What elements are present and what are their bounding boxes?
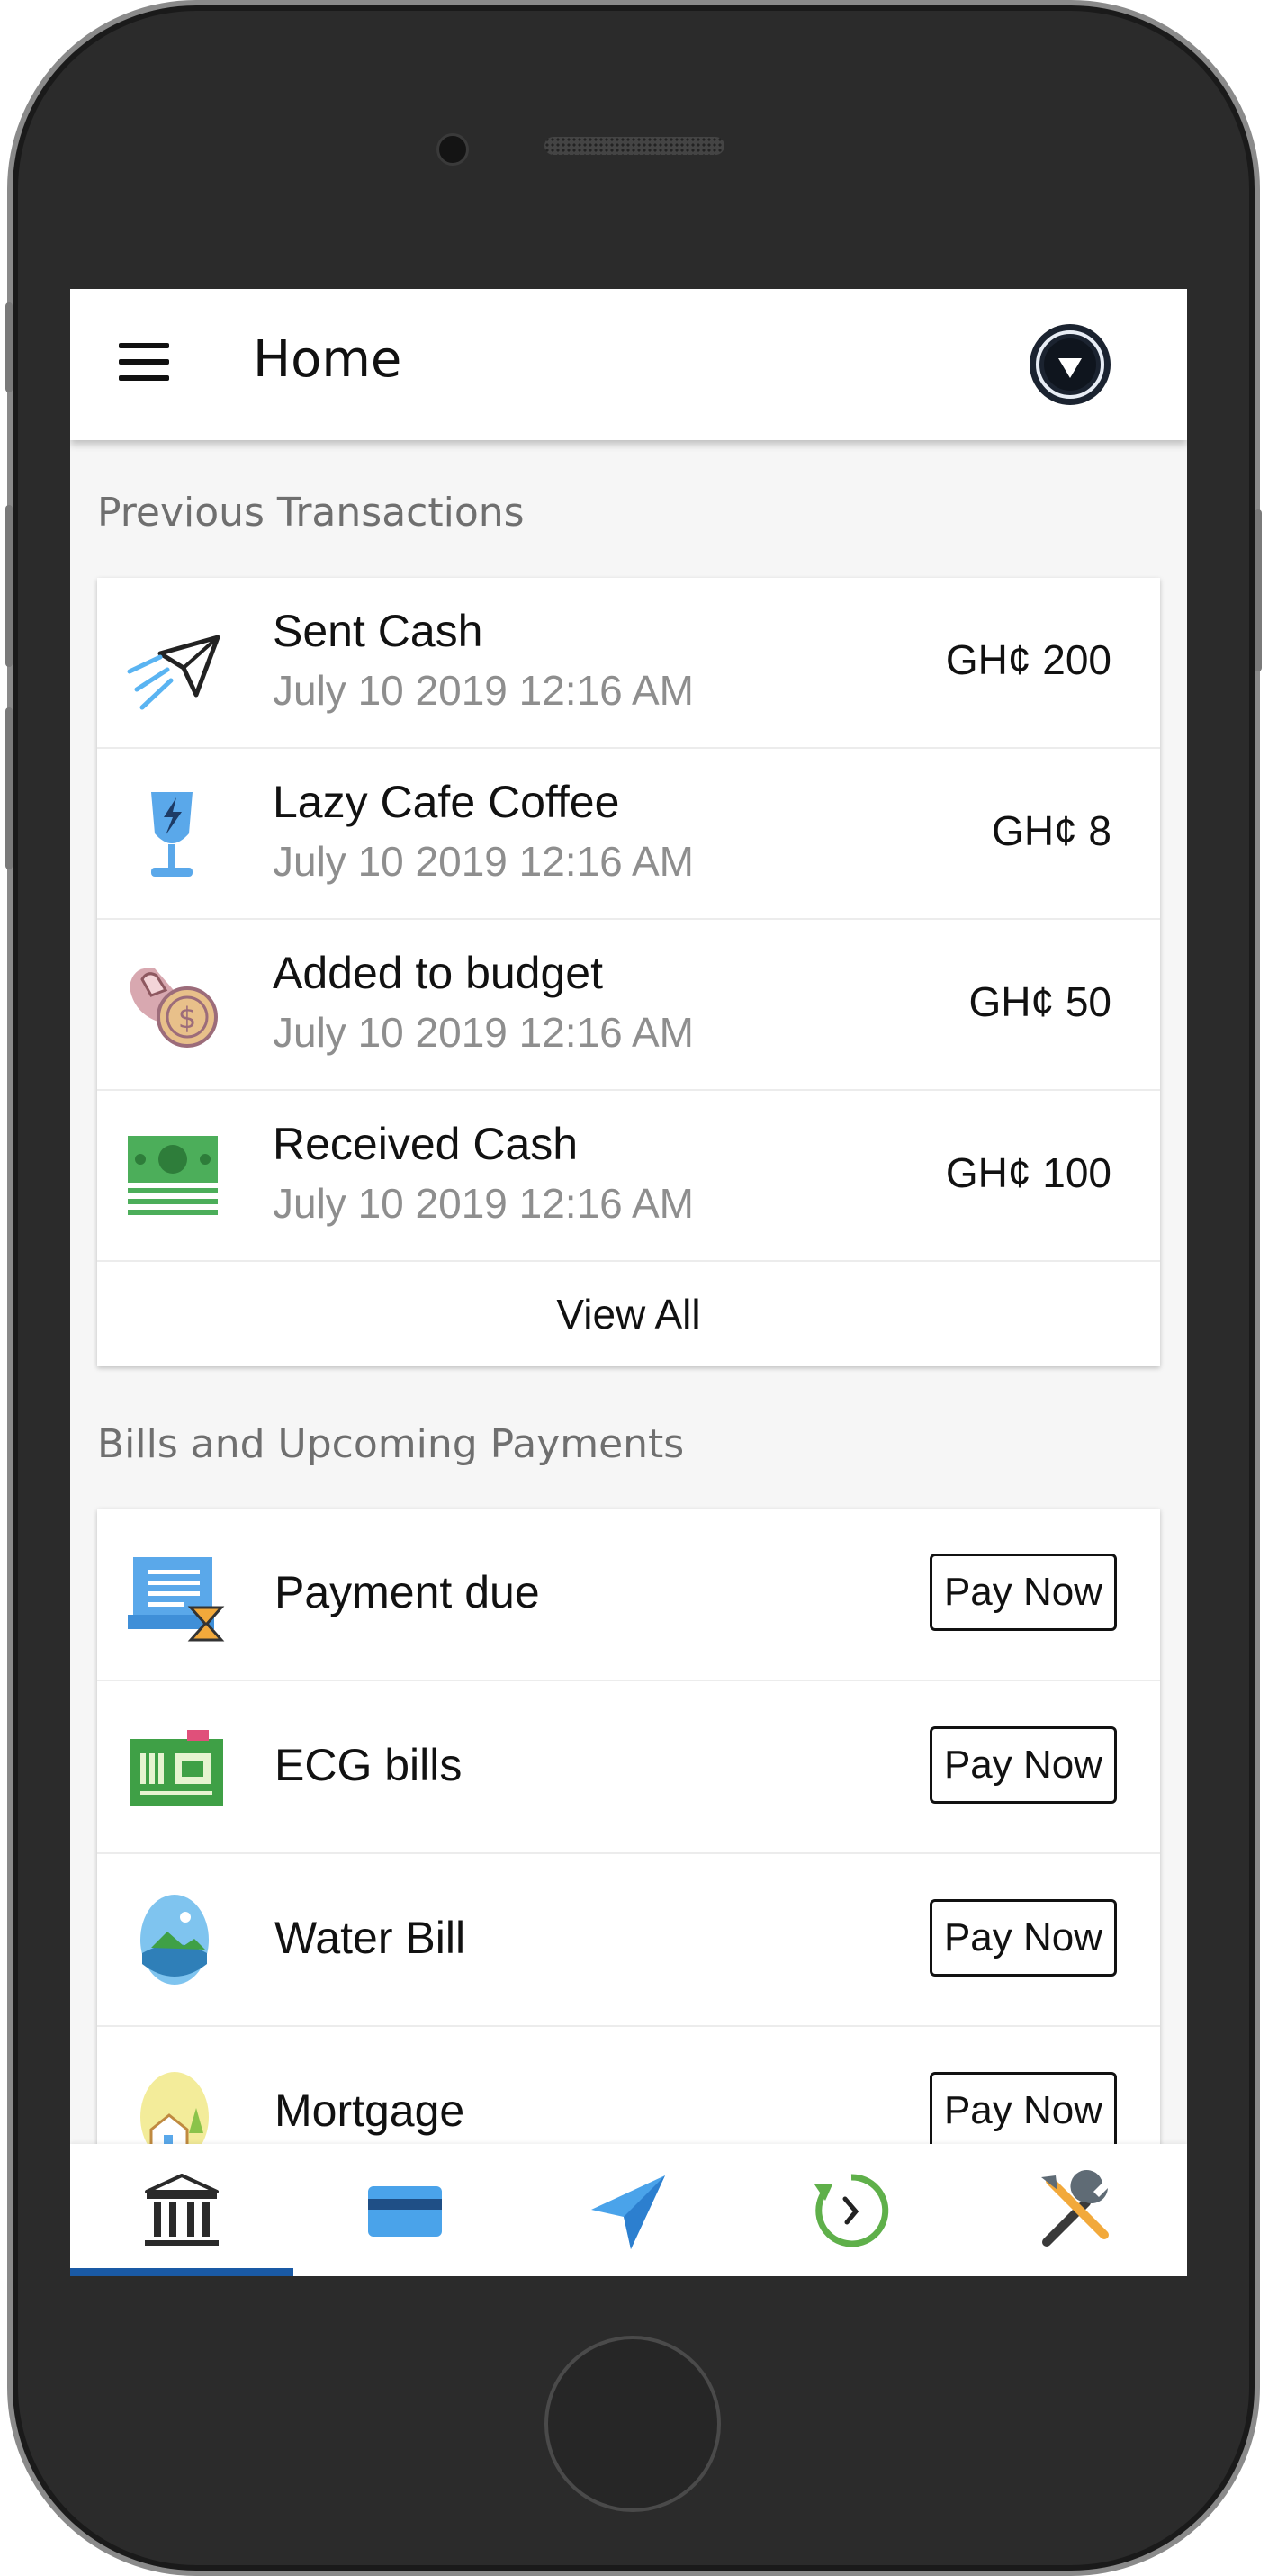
side-button	[5, 302, 13, 392]
bill-name: ECG bills	[274, 1740, 463, 1790]
pay-now-button[interactable]: Pay Now	[930, 1554, 1117, 1631]
transaction-amount: GH¢ 50	[968, 978, 1112, 1025]
transaction-date: July 10 2019 12:16 AM	[273, 667, 694, 714]
bank-icon	[145, 2173, 219, 2246]
bill-row[interactable]: Water Bill Pay Now	[97, 1854, 1160, 2027]
volume-down-button	[5, 707, 13, 869]
card-icon	[368, 2185, 442, 2237]
transaction-date: July 10 2019 12:16 AM	[273, 1180, 694, 1227]
transaction-row[interactable]: $ Added to budget July 10 2019 12:16 AM …	[97, 920, 1160, 1091]
previous-transactions-heading: Previous Transactions	[97, 490, 525, 536]
meter-icon	[130, 1730, 223, 1806]
nav-item-settings[interactable]	[963, 2144, 1186, 2276]
transaction-name: Lazy Cafe Coffee	[273, 777, 620, 827]
bill-name: Water Bill	[274, 1913, 466, 1963]
transaction-date: July 10 2019 12:16 AM	[273, 1009, 694, 1056]
speaker-grille	[544, 137, 724, 155]
transaction-amount: GH¢ 8	[992, 807, 1112, 854]
bill-row[interactable]: Payment due Pay Now	[97, 1509, 1160, 1681]
transaction-amount: GH¢ 200	[945, 636, 1112, 683]
svg-text:$: $	[178, 1001, 196, 1035]
tools-icon	[1041, 2169, 1109, 2247]
bills-card: Payment due Pay Now ECG bills Pay Now Wa…	[97, 1509, 1160, 2200]
menu-icon[interactable]	[119, 343, 169, 383]
pay-now-button[interactable]: Pay Now	[930, 1726, 1117, 1804]
transaction-date: July 10 2019 12:16 AM	[273, 838, 694, 885]
transaction-name: Received Cash	[273, 1119, 579, 1169]
transaction-row[interactable]: Received Cash July 10 2019 12:16 AM GH¢ …	[97, 1091, 1160, 1262]
transaction-name: Sent Cash	[273, 606, 483, 656]
coin-icon: $	[130, 968, 218, 1048]
volume-up-button	[5, 505, 13, 667]
front-camera	[436, 133, 469, 166]
power-button	[1255, 509, 1262, 671]
nav-item-home[interactable]	[70, 2144, 293, 2276]
nav-item-history[interactable]	[740, 2144, 963, 2276]
transaction-row[interactable]: Lazy Cafe Coffee July 10 2019 12:16 AM G…	[97, 749, 1160, 920]
nav-item-send[interactable]	[517, 2144, 740, 2276]
banknotes-icon	[128, 1136, 218, 1215]
bill-row[interactable]: ECG bills Pay Now	[97, 1681, 1160, 1854]
paper-plane-icon	[127, 635, 220, 710]
profile-icon[interactable]	[1028, 322, 1112, 407]
water-landscape-icon	[140, 1895, 209, 1985]
app-bar: Home	[70, 289, 1187, 440]
bottom-navigation	[70, 2144, 1187, 2276]
transaction-row[interactable]: Sent Cash July 10 2019 12:16 AM GH¢ 200	[97, 578, 1160, 749]
glass-icon	[151, 792, 193, 877]
home-button[interactable]	[544, 2336, 721, 2512]
pay-now-button[interactable]: Pay Now	[930, 1899, 1117, 1977]
bill-name: Mortgage	[274, 2085, 465, 2136]
transaction-amount: GH¢ 100	[945, 1149, 1112, 1196]
send-icon	[591, 2175, 665, 2249]
page-title: Home	[253, 330, 402, 389]
bills-heading: Bills and Upcoming Payments	[97, 1421, 685, 1467]
invoice-hourglass-icon	[128, 1557, 225, 1642]
view-all-button[interactable]: View All	[97, 1262, 1160, 1366]
app-screen: Home Previous Transactions Sent Cash Jul…	[70, 289, 1187, 2276]
history-icon	[814, 2173, 889, 2247]
active-tab-indicator	[70, 2268, 293, 2276]
nav-item-cards[interactable]	[293, 2144, 517, 2276]
bill-name: Payment due	[274, 1567, 540, 1617]
transaction-name: Added to budget	[273, 948, 603, 998]
transactions-card: Sent Cash July 10 2019 12:16 AM GH¢ 200 …	[97, 578, 1160, 1366]
pay-now-button[interactable]: Pay Now	[930, 2072, 1117, 2149]
